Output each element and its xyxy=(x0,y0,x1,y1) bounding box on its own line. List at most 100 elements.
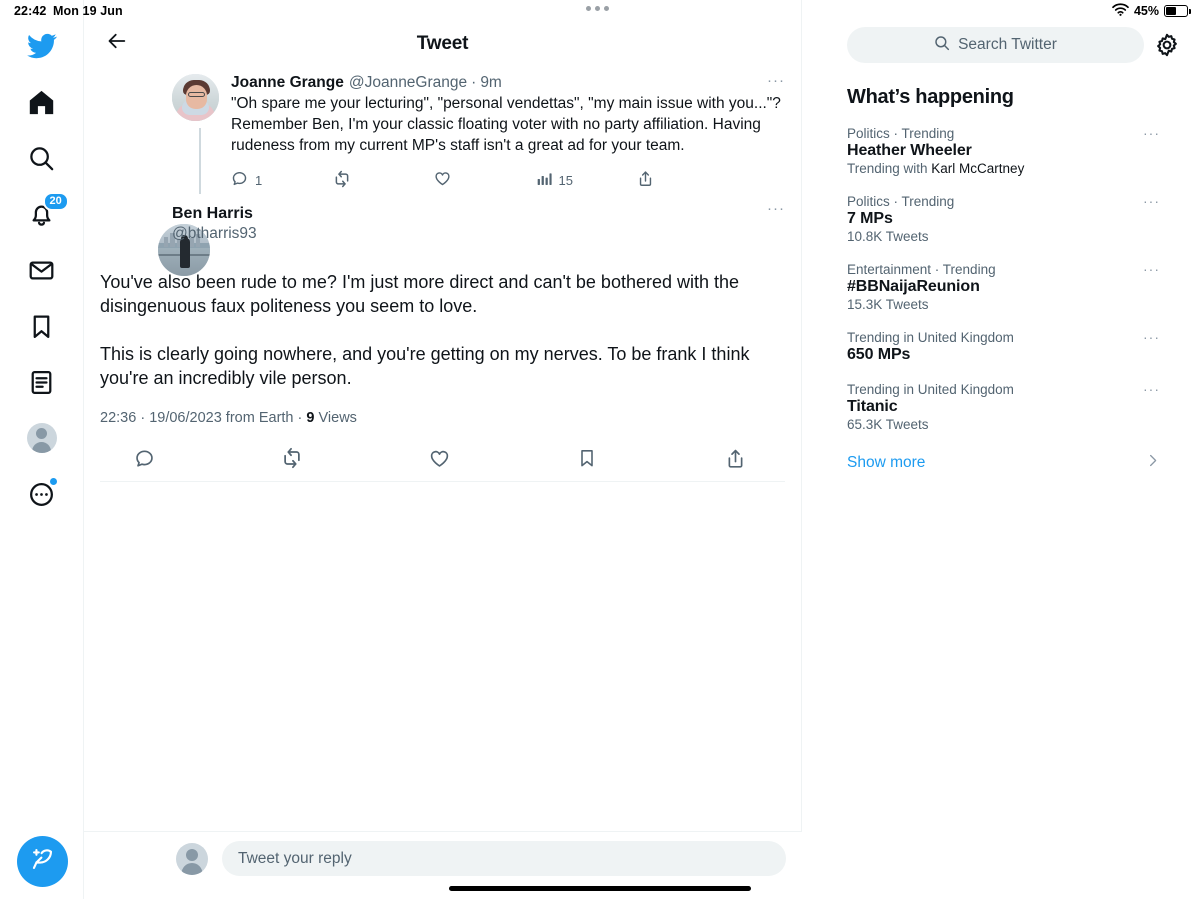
analytics-icon xyxy=(536,171,552,190)
main-tweet-views-label[interactable]: Views xyxy=(319,410,357,426)
parent-tweet-display-name[interactable]: Joanne Grange xyxy=(231,74,344,92)
trend-tweet-count: 10.8K Tweets xyxy=(847,229,929,244)
search-input[interactable]: Search Twitter xyxy=(847,27,1144,63)
center-column: Tweet Joanne Grange @JoanneGrange · 9m ·… xyxy=(84,0,802,899)
twitter-app: 22:42 Mon 19 Jun 45% 20 Tweet Joanne Gra… xyxy=(0,0,1200,899)
status-right: 45% xyxy=(1112,3,1191,19)
battery-percent: 45% xyxy=(1133,4,1159,18)
trend-name[interactable]: #BBNaijaReunion xyxy=(847,278,1174,296)
main-tweet-more-button[interactable]: ··· xyxy=(767,201,785,216)
multitask-handle[interactable] xyxy=(586,6,609,11)
trend-more-button[interactable]: ··· xyxy=(1143,126,1160,140)
main-tweet-identity[interactable]: Ben Harris @btharris93 xyxy=(172,204,257,244)
trend-item[interactable]: Politics · Trending 7 MPs 10.8K Tweets ·… xyxy=(803,185,1200,253)
home-indicator xyxy=(449,886,751,891)
reply-icon xyxy=(231,170,248,190)
trend-item[interactable]: Trending in United Kingdom 650 MPs ··· xyxy=(803,321,1200,373)
trend-more-button[interactable]: ··· xyxy=(1143,262,1160,276)
main-tweet: Ben Harris @btharris93 ··· You've also b… xyxy=(84,194,801,482)
page-title: Tweet xyxy=(416,32,469,54)
main-tweet-meta: 22:36 · 19/06/2023 from Earth · 9 Views xyxy=(100,410,785,426)
trend-category: Trending in United Kingdom xyxy=(847,330,1014,345)
trend-more-button[interactable]: ··· xyxy=(1143,330,1160,344)
trend-name[interactable]: Heather Wheeler xyxy=(847,142,1174,160)
search-icon xyxy=(28,145,55,172)
twitter-logo-icon[interactable] xyxy=(16,20,68,72)
main-tweet-date: 19/06/2023 from Earth xyxy=(149,410,294,426)
battery-icon xyxy=(1164,5,1191,17)
gear-icon xyxy=(1154,33,1180,62)
arrow-left-icon xyxy=(106,30,128,57)
trend-name[interactable]: Titanic xyxy=(847,398,1174,416)
sidebar-item-explore[interactable] xyxy=(16,132,68,184)
share-icon xyxy=(637,170,654,190)
lists-icon xyxy=(28,369,55,396)
thread-connector xyxy=(199,128,201,194)
search-icon xyxy=(934,35,950,56)
reply-button[interactable]: 1 xyxy=(231,170,333,190)
more-unread-dot xyxy=(49,478,57,485)
trend-name[interactable]: 7 MPs xyxy=(847,210,1174,228)
right-sidebar: Search Twitter What’s happening Politics… xyxy=(803,0,1200,899)
like-button[interactable] xyxy=(434,170,536,190)
bookmark-icon xyxy=(577,448,597,473)
sidebar-item-notifications[interactable]: 20 xyxy=(16,188,69,240)
views-count: 15 xyxy=(558,172,573,188)
compose-tweet-button[interactable] xyxy=(17,836,68,887)
trend-more-button[interactable]: ··· xyxy=(1143,194,1160,208)
parent-tweet[interactable]: Joanne Grange @JoanneGrange · 9m ··· "Oh… xyxy=(84,70,801,194)
parent-tweet-avatar[interactable] xyxy=(172,74,219,121)
reply-icon xyxy=(134,448,155,474)
settings-button[interactable] xyxy=(1154,32,1180,58)
main-tweet-handle[interactable]: @btharris93 xyxy=(172,224,257,244)
composer-avatar xyxy=(176,842,208,875)
main-reply-button[interactable] xyxy=(124,443,164,479)
trend-category: Trending in United Kingdom xyxy=(847,382,1014,397)
sidebar-item-lists[interactable] xyxy=(16,356,68,408)
sidebar-item-home[interactable] xyxy=(16,76,68,128)
main-retweet-button[interactable] xyxy=(272,443,312,479)
status-time: 22:42 xyxy=(14,4,47,18)
trend-item[interactable]: Entertainment · Trending #BBNaijaReunion… xyxy=(803,253,1200,321)
parent-tweet-timestamp[interactable]: 9m xyxy=(480,74,502,92)
share-icon xyxy=(725,448,746,474)
views-button[interactable]: 15 xyxy=(536,171,638,190)
trend-item[interactable]: Trending in United Kingdom Titanic 65.3K… xyxy=(803,373,1200,441)
notifications-badge: 20 xyxy=(42,192,69,211)
sidebar-item-profile[interactable] xyxy=(16,412,68,464)
back-button[interactable] xyxy=(100,27,134,61)
chevron-right-icon xyxy=(1145,453,1160,473)
sidebar-item-bookmarks[interactable] xyxy=(16,300,68,352)
parent-tweet-handle[interactable]: @JoanneGrange xyxy=(349,74,467,92)
parent-tweet-text: "Oh spare me your lecturing", "personal … xyxy=(231,95,786,154)
parent-tweet-more-button[interactable]: ··· xyxy=(767,73,785,88)
trend-category: Entertainment · Trending xyxy=(847,262,996,277)
sidebar-item-messages[interactable] xyxy=(16,244,68,296)
wifi-icon xyxy=(1112,3,1129,19)
heart-icon xyxy=(434,170,451,190)
retweet-icon xyxy=(281,447,303,474)
left-nav-rail: 20 xyxy=(0,0,84,899)
share-button[interactable] xyxy=(637,170,661,190)
parent-tweet-separator: · xyxy=(471,74,477,91)
main-share-button[interactable] xyxy=(715,443,755,479)
main-like-button[interactable] xyxy=(420,443,460,479)
reply-count: 1 xyxy=(255,172,263,188)
home-icon xyxy=(28,89,55,116)
trend-name[interactable]: 650 MPs xyxy=(847,346,1174,364)
main-tweet-display-name[interactable]: Ben Harris xyxy=(172,204,257,224)
show-more-button[interactable]: Show more xyxy=(803,441,1200,485)
reply-input[interactable] xyxy=(222,841,786,876)
heart-icon xyxy=(429,448,450,474)
main-tweet-views-count: 9 xyxy=(306,410,315,426)
trend-item[interactable]: Politics · Trending Heather Wheeler Tren… xyxy=(803,117,1200,185)
trend-category: Politics · Trending xyxy=(847,126,955,141)
trend-sub-prefix: Trending with xyxy=(847,161,932,176)
parent-tweet-actions: 1 15 xyxy=(231,166,661,194)
sidebar-item-more[interactable] xyxy=(16,468,68,520)
main-bookmark-button[interactable] xyxy=(567,443,607,479)
search-placeholder: Search Twitter xyxy=(958,36,1057,53)
retweet-button[interactable] xyxy=(333,170,435,191)
mail-icon xyxy=(28,257,55,284)
trend-more-button[interactable]: ··· xyxy=(1143,382,1160,396)
